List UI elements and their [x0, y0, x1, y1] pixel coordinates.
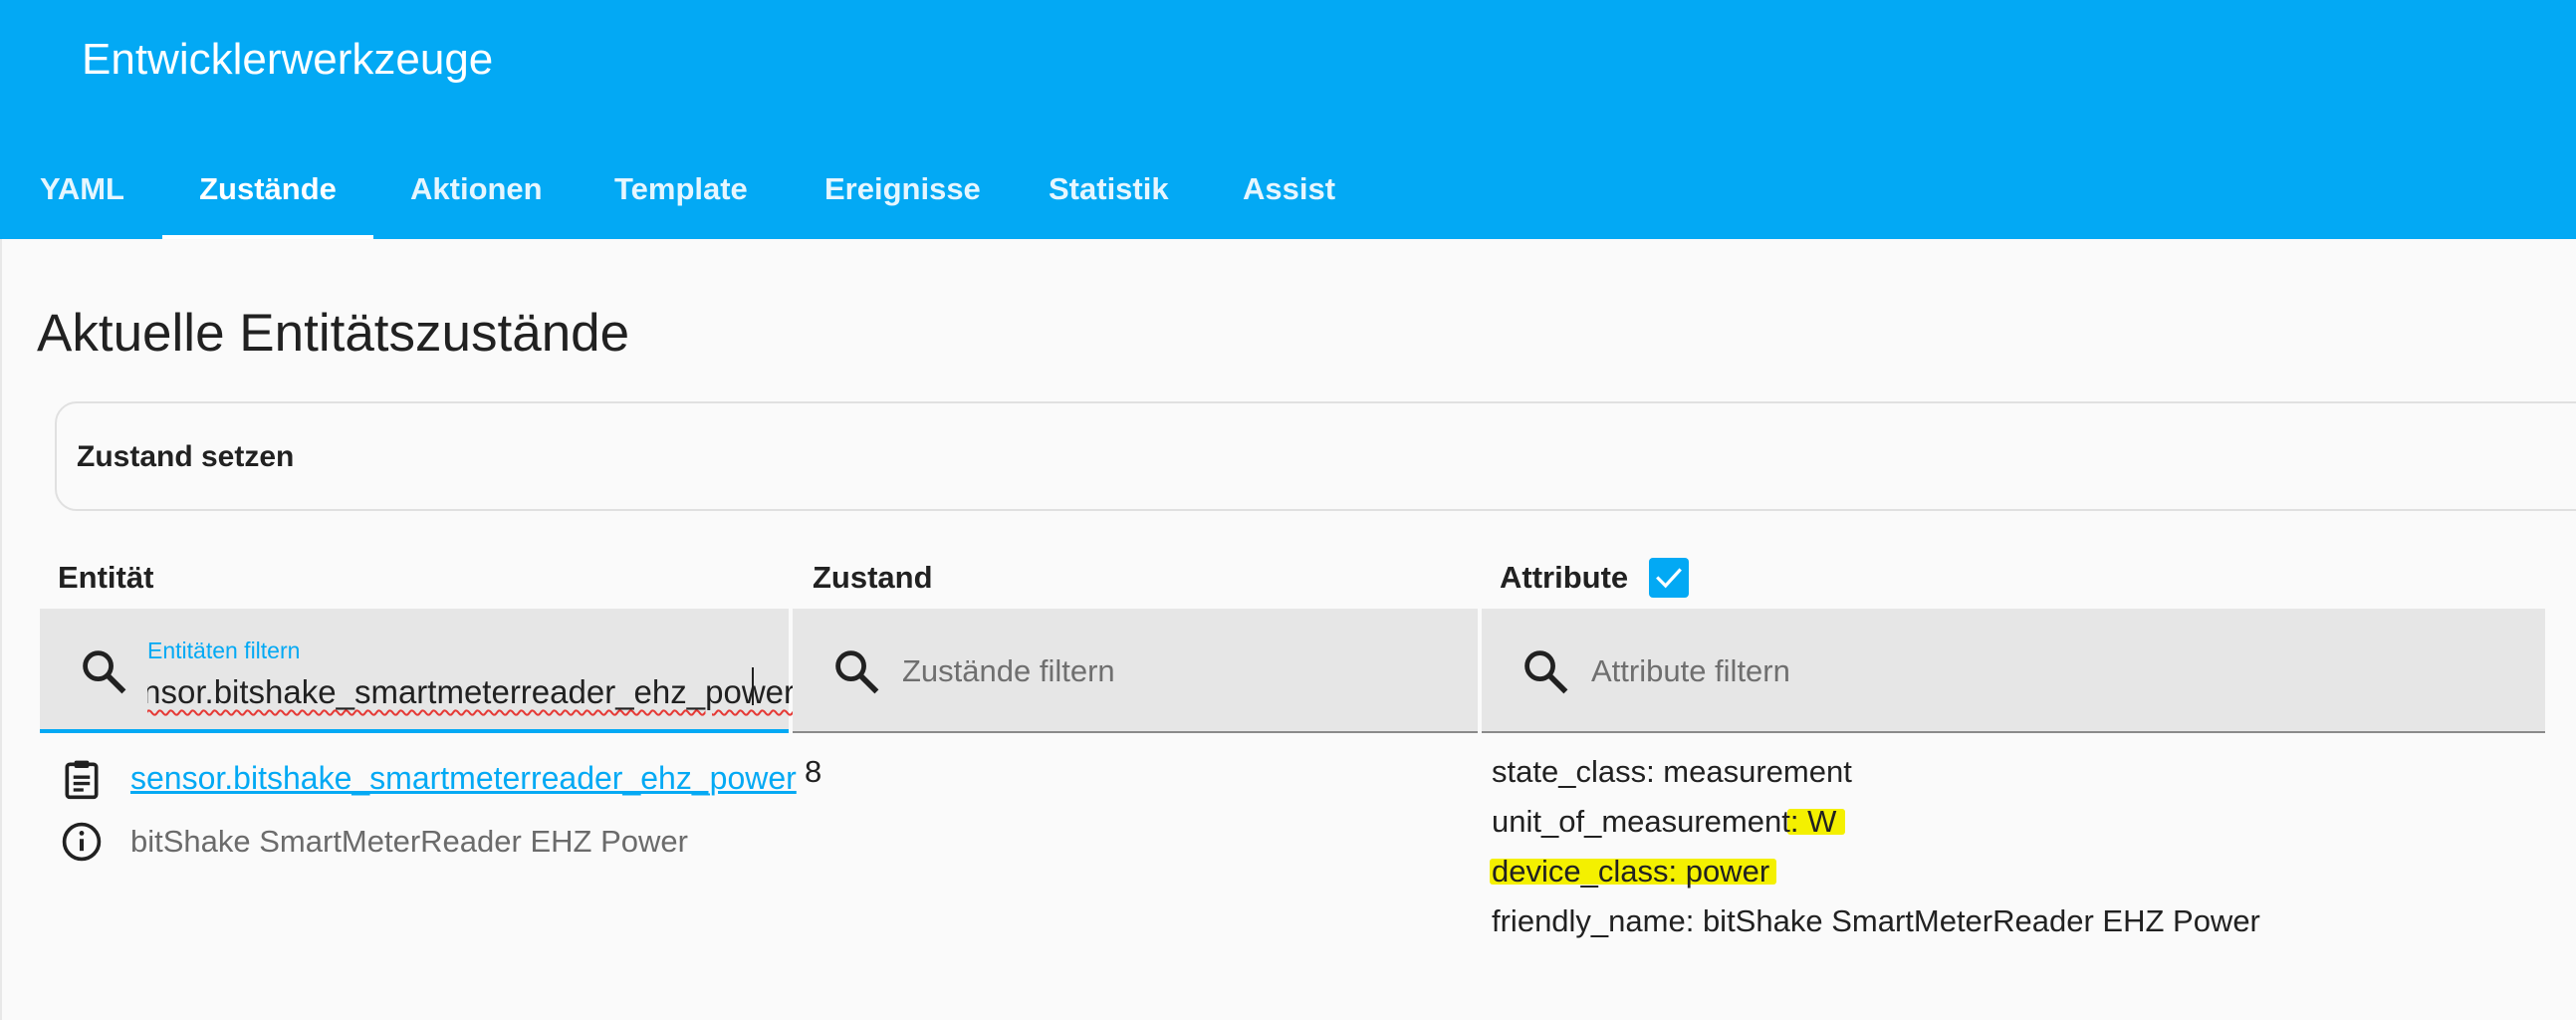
entity-filter-input[interactable]: sensor.bitshake_smartmeterreader_ehz_pow… — [147, 668, 795, 716]
sidebar-edge — [0, 239, 2, 1020]
tab-states[interactable]: Zustände — [162, 139, 373, 239]
set-state-expander[interactable]: Zustand setzen — [55, 401, 2576, 511]
entity-filter-field[interactable]: Entitäten filtern sensor.bitshake_smartm… — [40, 609, 795, 733]
attribute-filter-placeholder: Attribute filtern — [1591, 653, 1790, 688]
entity-filter-value: sensor.bitshake_smartmeterreader_ehz_pow… — [147, 673, 795, 710]
active-tab-indicator — [162, 235, 373, 239]
state-filter-placeholder: Zustände filtern — [902, 653, 1115, 688]
tab-statistics[interactable]: Statistik — [1049, 139, 1169, 239]
text-caret — [752, 667, 754, 705]
set-state-label: Zustand setzen — [77, 440, 295, 473]
column-header-attributes: Attribute — [1500, 560, 1629, 595]
attribute-filter-field[interactable]: Attribute filtern — [1482, 609, 2545, 733]
attribute-line: friendly_name: bitShake SmartMeterReader… — [1492, 903, 2260, 938]
app-title: Entwicklerwerkzeuge — [82, 35, 494, 84]
entity-friendly-name: bitShake SmartMeterReader EHZ Power — [130, 824, 688, 859]
app-toolbar: Entwicklerwerkzeuge YAML Zustände Aktion… — [0, 0, 2576, 239]
entity-id-link[interactable]: sensor.bitshake_smartmeterreader_ehz_pow… — [130, 755, 797, 801]
tab-actions[interactable]: Aktionen — [410, 139, 543, 239]
column-header-entity: Entität — [58, 560, 154, 595]
information-outline-icon[interactable] — [60, 820, 104, 864]
check-icon — [1656, 568, 1682, 589]
column-header-state: Zustand — [813, 560, 933, 595]
tab-template[interactable]: Template — [614, 139, 748, 239]
attribute-line: state_class: measurement — [1492, 754, 1852, 789]
attribute-line: device_class: power — [1492, 854, 1770, 889]
tab-assist[interactable]: Assist — [1243, 139, 1335, 239]
tab-bar: YAML Zustände Aktionen Template Ereignis… — [0, 139, 2576, 239]
search-icon — [83, 650, 126, 694]
search-icon — [1524, 650, 1568, 694]
entity-filter-label: Entitäten filtern — [147, 638, 301, 663]
entity-state-value: 8 — [805, 754, 822, 789]
state-filter-field[interactable]: Zustände filtern — [793, 609, 1478, 733]
tab-yaml[interactable]: YAML — [40, 139, 124, 239]
clipboard-text-icon[interactable] — [60, 757, 104, 801]
tab-events[interactable]: Ereignisse — [824, 139, 981, 239]
attributes-checkbox[interactable] — [1649, 558, 1689, 598]
attribute-line: unit_of_measurement: W — [1492, 804, 1837, 839]
page-title: Aktuelle Entitätszustände — [37, 304, 630, 363]
search-icon — [835, 650, 879, 694]
